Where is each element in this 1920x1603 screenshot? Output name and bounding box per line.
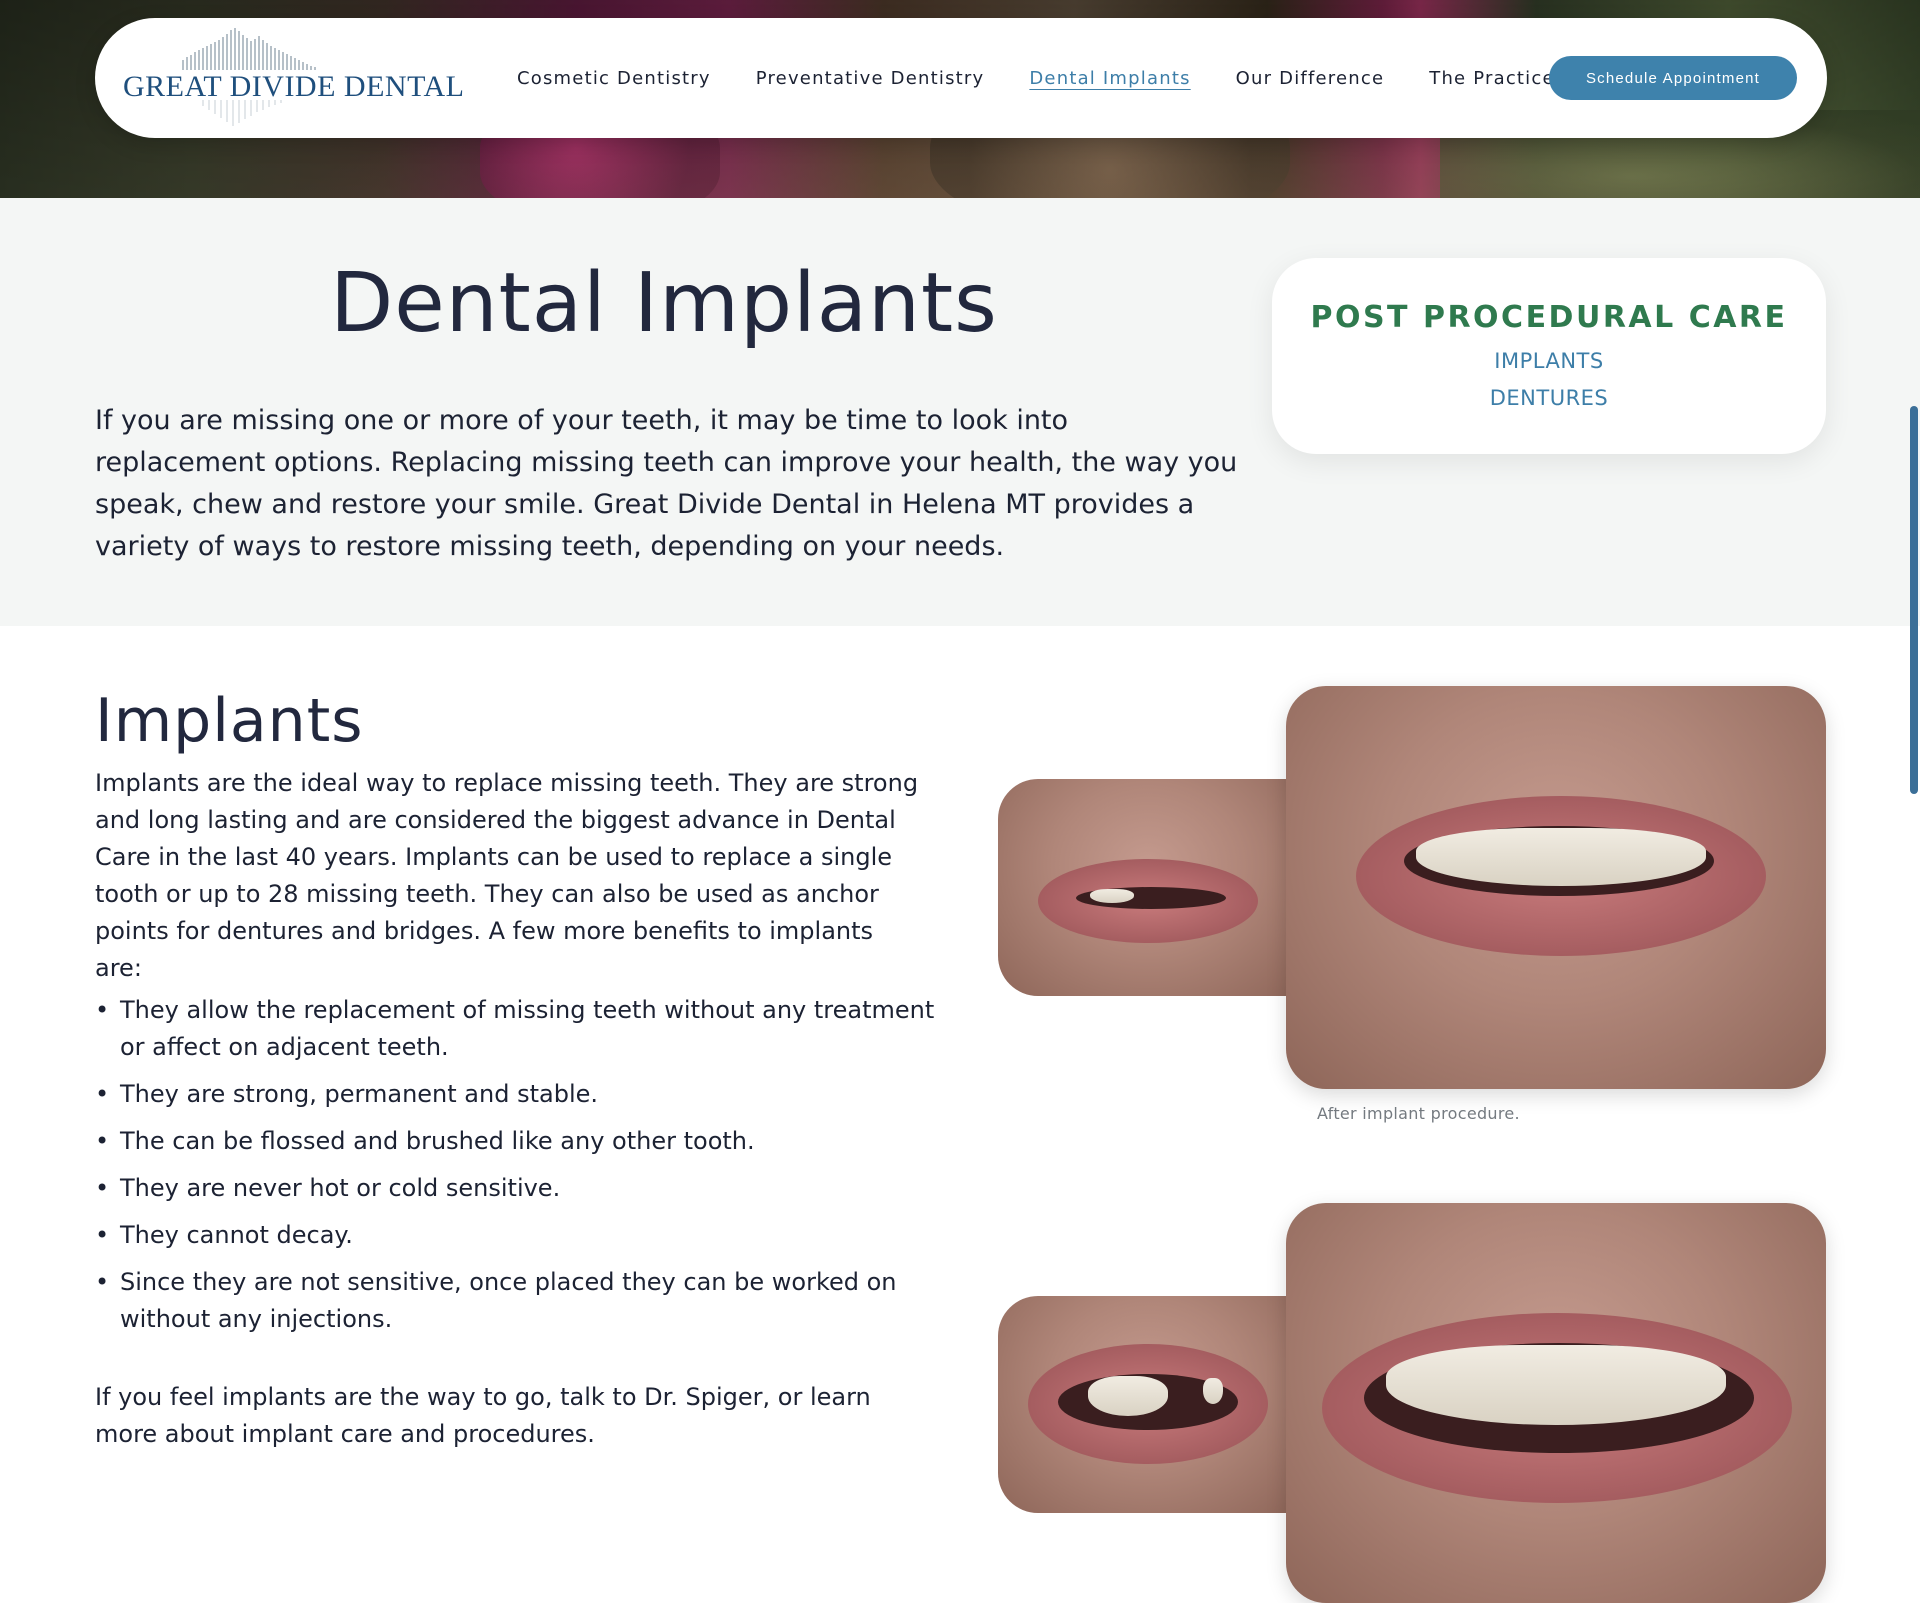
implants-heading: Implants bbox=[95, 686, 364, 756]
benefits-list: They allow the replacement of missing te… bbox=[95, 992, 945, 1348]
nav-item-cosmetic-dentistry[interactable]: Cosmetic Dentistry bbox=[517, 68, 711, 89]
care-link-implants[interactable]: IMPLANTS bbox=[1272, 343, 1826, 380]
list-item: The can be flossed and brushed like any … bbox=[95, 1123, 945, 1160]
post-procedural-care-card: POST PROCEDURAL CARE IMPLANTS DENTURES bbox=[1272, 258, 1826, 454]
intro-section: Dental Implants If you are missing one o… bbox=[0, 198, 1920, 626]
scrollbar-thumb[interactable] bbox=[1910, 406, 1918, 794]
intro-paragraph: If you are missing one or more of your t… bbox=[95, 405, 1238, 562]
main-navbar: GREAT DIVIDE DENTAL Cosmetic Dentistry P… bbox=[95, 18, 1827, 138]
nav-item-preventative-dentistry[interactable]: Preventative Dentistry bbox=[756, 68, 985, 89]
nav-item-the-practice[interactable]: The Practice bbox=[1429, 68, 1555, 89]
after-implant-photo-2 bbox=[1286, 1203, 1826, 1603]
before-implant-photo bbox=[998, 779, 1298, 996]
nav-item-our-difference[interactable]: Our Difference bbox=[1236, 68, 1385, 89]
nav-item-dental-implants[interactable]: Dental Implants bbox=[1029, 68, 1190, 89]
list-item: They are strong, permanent and stable. bbox=[95, 1076, 945, 1113]
list-item: They cannot decay. bbox=[95, 1217, 945, 1254]
list-item: They allow the replacement of missing te… bbox=[95, 992, 945, 1066]
implants-closing-paragraph: If you feel implants are the way to go, … bbox=[95, 1383, 871, 1448]
implants-paragraph: Implants are the ideal way to replace mi… bbox=[95, 769, 919, 982]
care-link-dentures[interactable]: DENTURES bbox=[1272, 380, 1826, 417]
care-card-title: POST PROCEDURAL CARE bbox=[1310, 300, 1788, 335]
logo-wordmark: GREAT DIVIDE DENTAL bbox=[123, 70, 465, 103]
list-item: Since they are not sensitive, once place… bbox=[95, 1264, 945, 1338]
primary-nav: Cosmetic Dentistry Preventative Dentistr… bbox=[517, 18, 1600, 138]
list-item: They are never hot or cold sensitive. bbox=[95, 1170, 945, 1207]
photo-caption: After implant procedure. bbox=[1317, 1104, 1520, 1123]
after-implant-photo bbox=[1286, 686, 1826, 1089]
schedule-appointment-button[interactable]: Schedule Appointment bbox=[1549, 56, 1797, 100]
before-implant-photo-2 bbox=[998, 1296, 1298, 1513]
logo[interactable]: GREAT DIVIDE DENTAL bbox=[123, 26, 465, 130]
page-scrollbar[interactable] bbox=[1906, 198, 1920, 1580]
page-title: Dental Implants bbox=[330, 256, 998, 351]
